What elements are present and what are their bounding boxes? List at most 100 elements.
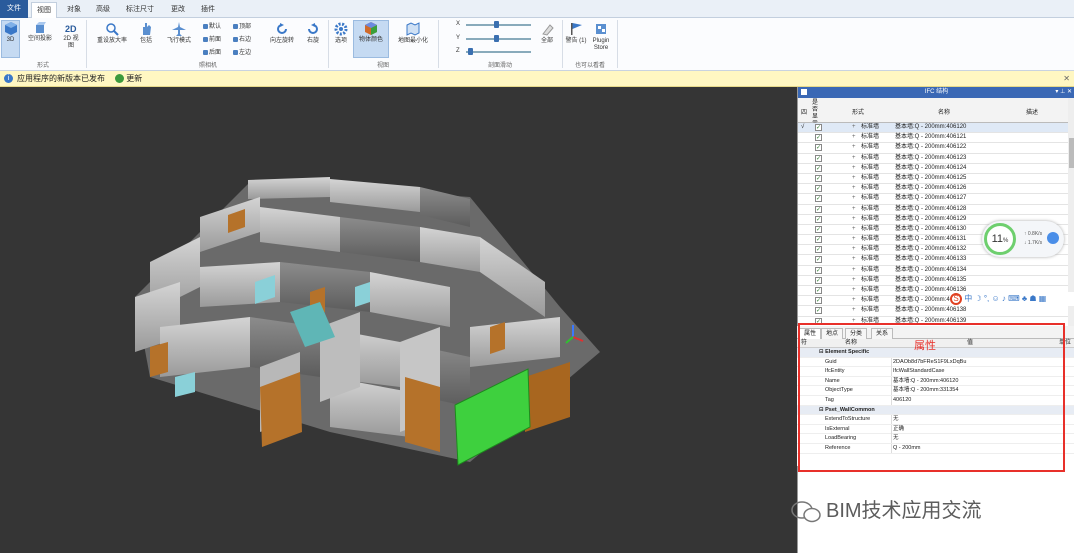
slider-knob[interactable] [468, 48, 473, 55]
view-2d-button[interactable]: 2D 2D 视图 [61, 22, 81, 58]
col-header-0[interactable]: 四 [801, 107, 807, 116]
view-default-button[interactable]: 默认 [203, 21, 221, 30]
visibility-checkbox[interactable]: ✓ [815, 144, 822, 152]
space-projection-button[interactable]: 空间投影 [22, 22, 58, 58]
tab-file[interactable]: 文件 [0, 0, 28, 18]
panel-controls-icon[interactable]: ▾ ⊥ ✕ [1055, 87, 1072, 98]
visibility-checkbox[interactable]: ✓ [815, 174, 822, 182]
view-3d-button[interactable]: 3D [1, 20, 20, 58]
store-icon [596, 24, 606, 34]
tab-advanced[interactable]: 高级 [91, 2, 115, 18]
visibility-checkbox[interactable]: ✓ [815, 205, 822, 213]
view-top-button[interactable]: 顶部 [233, 21, 251, 30]
visibility-checkbox[interactable]: ✓ [815, 215, 822, 223]
rotate-right-button[interactable]: 右旋 [302, 22, 324, 56]
visibility-checkbox[interactable]: ✓ [815, 154, 822, 162]
expand-icon[interactable]: + [852, 276, 856, 285]
expand-icon[interactable]: + [852, 296, 856, 305]
slice-x-slider[interactable]: X [456, 21, 536, 28]
slider-track [466, 51, 531, 53]
3d-viewport[interactable] [0, 87, 797, 553]
expand-icon[interactable]: + [852, 235, 856, 244]
expand-icon[interactable]: + [852, 215, 856, 224]
visibility-checkbox[interactable]: ✓ [815, 287, 822, 294]
include-button[interactable]: 包括 [134, 22, 158, 56]
tab-plugins[interactable]: 插件 [196, 2, 220, 18]
view-back-button[interactable]: 后面 [203, 47, 221, 56]
expand-icon[interactable]: + [852, 286, 856, 295]
expand-icon[interactable]: + [852, 154, 856, 163]
expand-icon[interactable]: + [852, 205, 856, 214]
visibility-checkbox[interactable]: ✓ [815, 225, 822, 233]
minimap-button[interactable]: 地图最小化 [392, 22, 434, 56]
view-front-button[interactable]: 前面 [203, 34, 221, 43]
rotate-left-button[interactable]: 向左旋转 [264, 22, 300, 56]
warning-button[interactable]: 警告 (1) [565, 22, 587, 56]
table-row[interactable]: ✓ + 标准墙 基本墙:Q - 200mm:406138 [798, 306, 1068, 317]
visibility-checkbox[interactable]: ✓ [815, 276, 822, 284]
tab-dimension[interactable]: 标注尺寸 [121, 2, 159, 18]
expand-icon[interactable]: + [852, 123, 856, 132]
ime-toolbar[interactable]: S 中 ☽ °, ☺ ♪ ⌨ ♣ ☗ ▦ [950, 292, 1074, 306]
table-row[interactable]: ✓ + 标准墙 基本墙:Q - 200mm:406126 [798, 184, 1068, 195]
col-header-type[interactable]: 形式 [852, 107, 864, 116]
close-icon[interactable]: ✕ [1063, 71, 1070, 86]
ime-items[interactable]: 中 ☽ °, ☺ ♪ ⌨ ♣ ☗ ▦ [964, 294, 1046, 303]
tab-view[interactable]: 视图 [31, 2, 57, 18]
table-row[interactable]: ✓ + 标准墙 基本墙:Q - 200mm:406134 [798, 266, 1068, 276]
table-row[interactable]: ✓ + 标准墙 基本墙:Q - 200mm:406124 [798, 164, 1068, 174]
reset-zoom-button[interactable]: 重设放大率 [92, 22, 132, 56]
visibility-checkbox[interactable]: ✓ [815, 297, 822, 305]
ime-logo-icon[interactable]: S [950, 292, 962, 305]
expand-icon[interactable]: + [852, 143, 856, 152]
table-row[interactable]: ✓ + 标准墙 基本墙:Q - 200mm:406122 [798, 143, 1068, 154]
col-header-name[interactable]: 名称 [938, 107, 950, 116]
visibility-checkbox[interactable]: ✓ [815, 185, 822, 193]
visibility-checkbox[interactable]: ✓ [815, 236, 822, 244]
expand-icon[interactable]: + [852, 306, 856, 315]
options-button[interactable]: 选项 [331, 22, 351, 56]
visibility-checkbox[interactable]: ✓ [815, 307, 822, 315]
expand-icon[interactable]: + [852, 133, 856, 142]
slice-z-slider[interactable]: Z [456, 48, 536, 55]
visibility-checkbox[interactable]: ✓ [815, 246, 822, 254]
view-default-label: 默认 [209, 24, 222, 30]
table-row[interactable]: ✓ + 标准墙 基本墙:Q - 200mm:406128 [798, 205, 1068, 215]
slider-knob[interactable] [494, 35, 499, 42]
table-row[interactable]: ✓ + 标准墙 基本墙:Q - 200mm:406125 [798, 174, 1068, 185]
expand-icon[interactable]: + [852, 174, 856, 183]
table-row[interactable]: ✓ + 标准墙 基本墙:Q - 200mm:406135 [798, 276, 1068, 286]
network-speed-widget[interactable]: 11% ↑ 0.8K/s ↓ 1.7K/s [982, 221, 1064, 257]
table-row[interactable]: ✓ + 标准墙 基本墙:Q - 200mm:406123 [798, 154, 1068, 164]
tab-object[interactable]: 对象 [62, 2, 86, 18]
slider-knob[interactable] [494, 21, 499, 28]
visibility-checkbox[interactable]: ✓ [815, 134, 822, 142]
expand-icon[interactable]: + [852, 225, 856, 234]
col-header-desc[interactable]: 描述 [1026, 107, 1038, 116]
table-row[interactable]: ✓ + 标准墙 基本墙:Q - 200mm:406127 [798, 194, 1068, 205]
slice-y-slider[interactable]: Y [456, 35, 536, 42]
expand-icon[interactable]: + [852, 164, 856, 173]
expand-icon[interactable]: + [852, 184, 856, 193]
tab-change[interactable]: 更改 [166, 2, 190, 18]
visibility-checkbox[interactable]: ✓ [815, 266, 822, 274]
view-left-button[interactable]: 左边 [233, 47, 251, 56]
visibility-checkbox[interactable]: ✓ [815, 164, 822, 172]
view-right-button[interactable]: 右边 [233, 34, 251, 43]
update-link[interactable]: 更新 [126, 74, 142, 83]
expand-icon[interactable]: + [852, 245, 856, 254]
visibility-checkbox[interactable]: ✓ [815, 195, 822, 203]
table-row[interactable]: ✓ + 标准墙 基本墙:Q - 200mm:406121 [798, 133, 1068, 144]
fly-mode-button[interactable]: 飞行模式 [160, 22, 198, 56]
expand-icon[interactable]: + [852, 266, 856, 275]
visibility-checkbox[interactable]: ✓ [815, 124, 822, 131]
visibility-checkbox[interactable]: ✓ [815, 256, 822, 264]
expand-icon[interactable]: + [852, 255, 856, 264]
slice-clear-button[interactable]: 全部 [536, 22, 558, 56]
plugin-store-button[interactable]: Plugin Store [589, 22, 613, 56]
scroll-thumb[interactable] [1069, 138, 1074, 168]
speed-settings-icon[interactable] [1047, 232, 1059, 244]
object-color-button[interactable]: 物体颜色 [353, 20, 389, 58]
expand-icon[interactable]: + [852, 194, 856, 203]
table-row[interactable]: √ ✓ + 标准墙 基本墙:Q - 200mm:406120 [798, 123, 1068, 134]
